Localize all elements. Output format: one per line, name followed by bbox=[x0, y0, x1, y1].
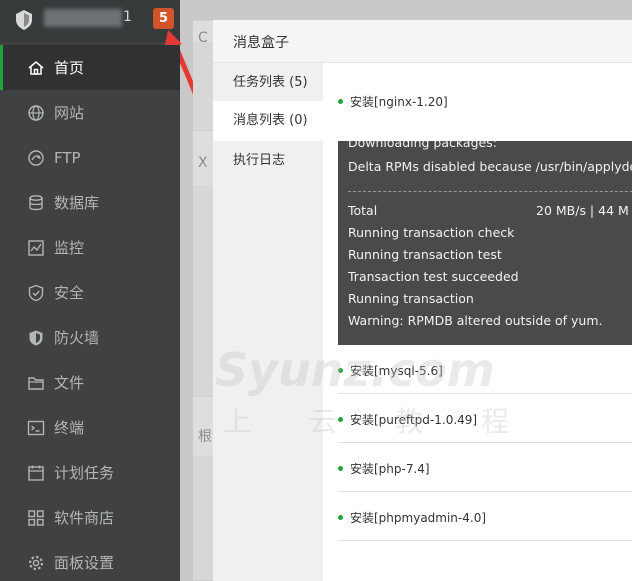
database-icon bbox=[29, 194, 43, 210]
log-line-stats: 20 MB/s | 44 M bbox=[536, 203, 629, 218]
sidebar-item-6[interactable]: 安全 bbox=[0, 270, 180, 315]
tab-execution-log[interactable]: 执行日志 bbox=[213, 141, 323, 181]
sidebar-item-2[interactable]: 网站 bbox=[0, 90, 180, 135]
calendar-icon bbox=[28, 465, 44, 481]
dialog-title: 消息盒子 bbox=[233, 35, 289, 51]
monitor-icon bbox=[28, 239, 44, 256]
firewall-shield-icon bbox=[29, 330, 43, 345]
sidebar-item-label: 安全 bbox=[54, 284, 85, 302]
sidebar-item-9[interactable]: 终端 bbox=[0, 405, 180, 450]
task-list-panel: 安装[nginx-1.20] Downloading packages: Del… bbox=[323, 63, 632, 581]
sidebar: 1 5 首页网站 FTP 数据库监控安全防火墙文件终端计划任务软件商店面板设置 bbox=[0, 0, 211, 581]
background-panel bbox=[193, 20, 213, 580]
sidebar-item-label: 软件商店 bbox=[54, 509, 115, 527]
sidebar-item-label: 面板设置 bbox=[54, 554, 115, 572]
tab-task-list[interactable]: 任务列表 (5) bbox=[213, 63, 323, 103]
dialog-tabs: 任务列表 (5) 消息列表 (0) 执行日志 bbox=[213, 63, 323, 581]
folder-icon bbox=[28, 376, 44, 390]
background-text: C bbox=[198, 30, 208, 46]
sidebar-item-label: 防火墙 bbox=[54, 329, 100, 347]
log-line: Total bbox=[348, 203, 378, 218]
status-dot-icon bbox=[338, 515, 343, 520]
sidebar-item-3[interactable]: FTP bbox=[0, 135, 180, 180]
gear-icon bbox=[28, 555, 44, 570]
sidebar-item-1[interactable]: 首页 bbox=[0, 45, 180, 90]
sidebar-nav: 首页网站 FTP 数据库监控安全防火墙文件终端计划任务软件商店面板设置 bbox=[0, 45, 180, 581]
sidebar-item-label: 数据库 bbox=[54, 194, 100, 212]
log-line: Running transaction test bbox=[348, 247, 502, 262]
server-ip-redacted bbox=[44, 9, 122, 27]
log-line: Running transaction bbox=[348, 291, 474, 306]
list-item[interactable]: 安装[php-7.4] bbox=[338, 443, 632, 492]
status-dot-icon bbox=[338, 99, 343, 104]
log-line: Delta RPMs disabled because /usr/bin/app… bbox=[348, 159, 632, 174]
logo-icon bbox=[16, 10, 32, 30]
install-log-console: Downloading packages: Delta RPMs disable… bbox=[338, 141, 632, 345]
sidebar-item-5[interactable]: 监控 bbox=[0, 225, 180, 270]
task-label: 安装[php-7.4] bbox=[350, 462, 430, 476]
message-box-dialog: 消息盒子 任务列表 (5) 消息列表 (0) 执行日志 安装[nginx-1.2… bbox=[213, 20, 632, 581]
watermark-text: Syunz.com bbox=[215, 343, 495, 397]
task-label: 安装[nginx-1.20] bbox=[350, 95, 448, 109]
task-label: 安装[phpmyadmin-4.0] bbox=[350, 511, 487, 525]
background-text: X bbox=[198, 155, 208, 171]
log-divider bbox=[348, 191, 632, 192]
globe-icon bbox=[28, 104, 44, 121]
list-item[interactable]: 安装[phpmyadmin-4.0] bbox=[338, 492, 632, 541]
log-line: Downloading packages: bbox=[348, 141, 497, 150]
notification-badge[interactable]: 5 bbox=[153, 8, 174, 29]
ftp-icon bbox=[28, 149, 44, 166]
sidebar-item-label: 计划任务 bbox=[54, 464, 115, 482]
sidebar-item-10[interactable]: 计划任务 bbox=[0, 450, 180, 495]
sidebar-item-11[interactable]: 软件商店 bbox=[0, 495, 180, 540]
sidebar-item-12[interactable]: 面板设置 bbox=[0, 540, 180, 581]
sidebar-item-8[interactable]: 文件 bbox=[0, 360, 180, 405]
background-text: 根 bbox=[198, 429, 212, 445]
sidebar-item-label: FTP bbox=[54, 148, 81, 167]
sidebar-item-label: 监控 bbox=[54, 239, 85, 257]
apps-grid-icon bbox=[28, 509, 44, 526]
tab-message-list[interactable]: 消息列表 (0) bbox=[213, 101, 323, 141]
sidebar-item-label: 文件 bbox=[54, 374, 85, 392]
watermark-subtext: 上云教程 bbox=[223, 405, 568, 438]
sidebar-item-label: 网站 bbox=[54, 104, 85, 122]
home-icon bbox=[28, 60, 44, 75]
sidebar-header: 1 5 bbox=[0, 0, 180, 42]
shield-check-icon bbox=[28, 284, 44, 301]
server-ip-suffix: 1 bbox=[123, 9, 132, 25]
log-line: Warning: RPMDB altered outside of yum. bbox=[348, 313, 603, 328]
log-line: Transaction test succeeded bbox=[348, 269, 519, 284]
log-line: Running transaction check bbox=[348, 225, 515, 240]
sidebar-item-label: 首页 bbox=[54, 59, 85, 77]
sidebar-item-7[interactable]: 防火墙 bbox=[0, 315, 180, 360]
sidebar-item-label: 终端 bbox=[54, 419, 85, 437]
status-dot-icon bbox=[338, 466, 343, 471]
terminal-icon bbox=[27, 420, 45, 435]
list-item[interactable]: 安装[nginx-1.20] bbox=[338, 63, 632, 133]
dialog-header: 消息盒子 bbox=[213, 20, 632, 63]
sidebar-item-4[interactable]: 数据库 bbox=[0, 180, 180, 225]
